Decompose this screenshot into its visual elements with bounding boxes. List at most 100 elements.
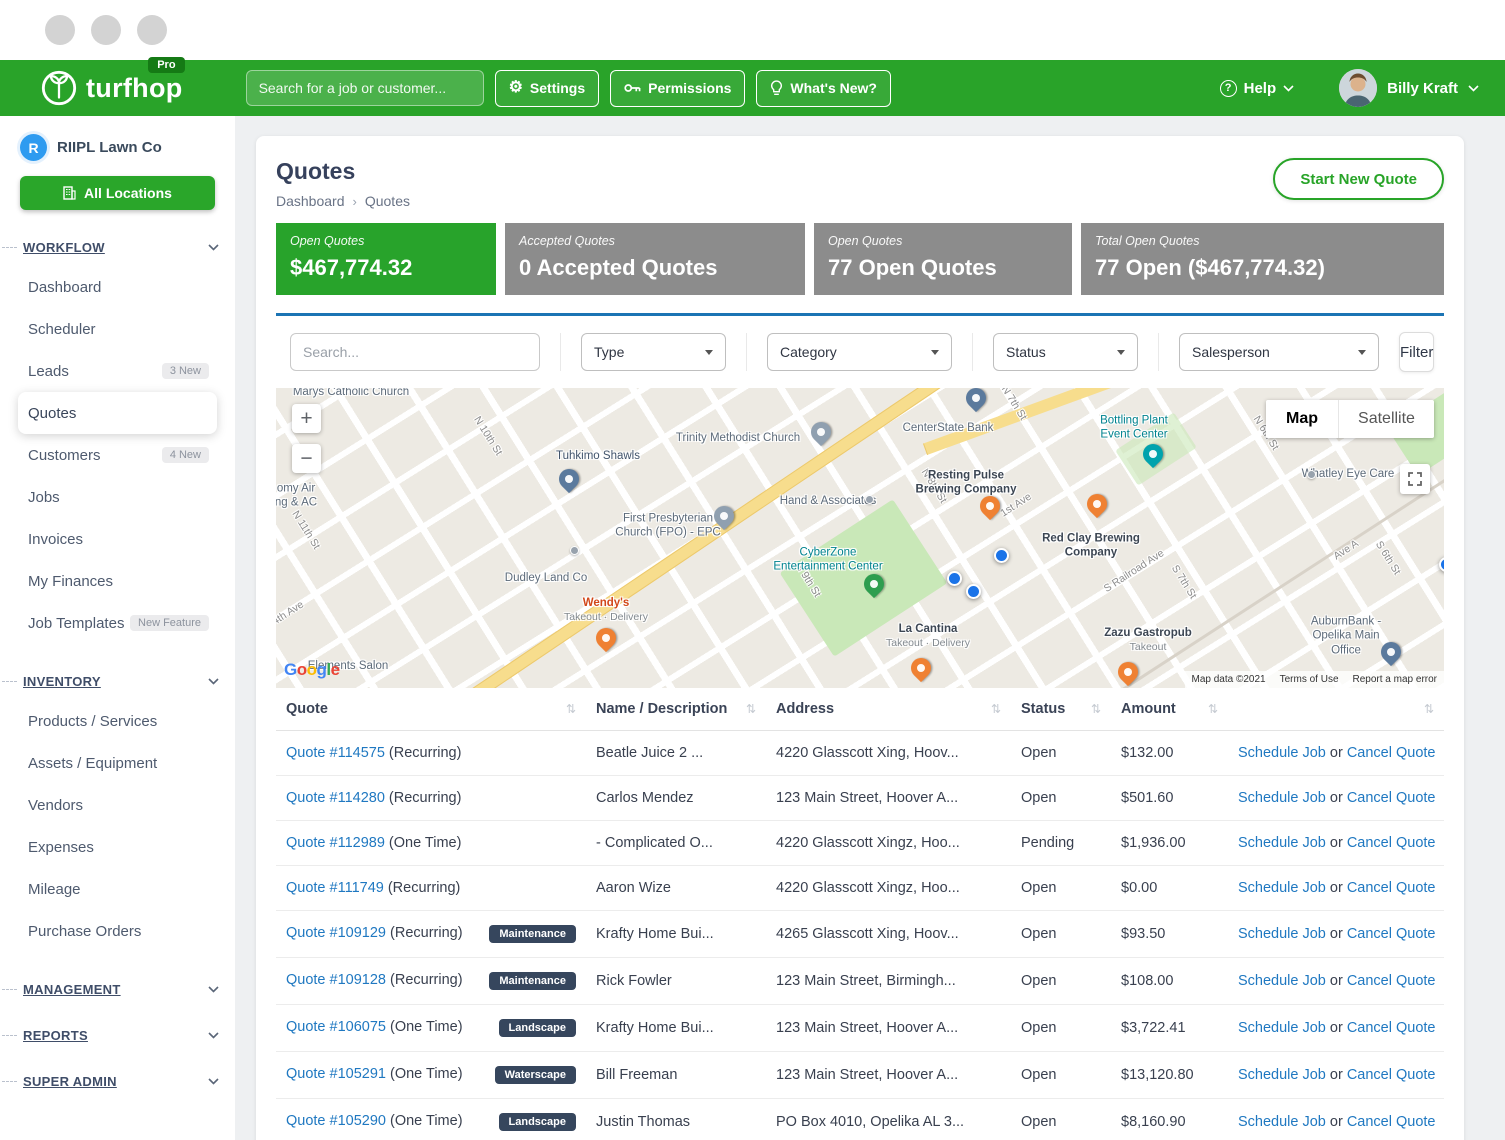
cancel-quote-link[interactable]: Cancel Quote: [1347, 1114, 1436, 1130]
quote-location-marker[interactable]: [947, 571, 962, 586]
stat-card-2[interactable]: Open Quotes77 Open Quotes: [814, 223, 1072, 295]
sidebar-section-inventory[interactable]: INVENTORY: [2, 672, 219, 690]
start-new-quote-button[interactable]: Start New Quote: [1273, 158, 1444, 200]
cancel-quote-link[interactable]: Cancel Quote: [1347, 973, 1436, 989]
section-chevron-icon: [208, 672, 219, 690]
fullscreen-button[interactable]: [1400, 464, 1430, 494]
filter-select-salesperson[interactable]: Salesperson: [1179, 333, 1379, 371]
sidebar-item-leads[interactable]: Leads3 New: [18, 350, 217, 392]
zoom-in-button[interactable]: +: [292, 404, 321, 433]
sidebar-item-dashboard[interactable]: Dashboard: [18, 266, 217, 308]
window-button-icon[interactable]: [45, 15, 75, 45]
schedule-job-link[interactable]: Schedule Job: [1238, 835, 1326, 851]
sidebar-item-label: Customers: [28, 447, 101, 464]
map-button[interactable]: Map: [1266, 400, 1338, 438]
column-header-address[interactable]: Address⇅: [766, 688, 1011, 731]
cancel-quote-link[interactable]: Cancel Quote: [1347, 745, 1436, 761]
window-button-icon[interactable]: [137, 15, 167, 45]
window-button-icon[interactable]: [91, 15, 121, 45]
column-header-name-description[interactable]: Name / Description⇅: [586, 688, 766, 731]
column-header-status[interactable]: Status⇅: [1011, 688, 1111, 731]
settings-button[interactable]: ⚙ Settings: [495, 70, 600, 107]
name-cell: Beatle Juice 2 ...: [586, 731, 766, 776]
cancel-quote-link[interactable]: Cancel Quote: [1347, 1067, 1436, 1083]
user-menu[interactable]: Billy Kraft: [1339, 69, 1479, 107]
satellite-button[interactable]: Satellite: [1338, 400, 1434, 438]
stat-card-0[interactable]: Open Quotes$467,774.32: [276, 223, 496, 295]
sidebar-item-scheduler[interactable]: Scheduler: [18, 308, 217, 350]
google-logo-letter: o: [297, 660, 307, 679]
sidebar-item-assets-equipment[interactable]: Assets / Equipment: [18, 742, 217, 784]
cancel-quote-link[interactable]: Cancel Quote: [1347, 1020, 1436, 1036]
quote-link[interactable]: Quote #114575: [286, 745, 385, 761]
attribution-link[interactable]: Report a map error: [1353, 674, 1437, 685]
cancel-quote-link[interactable]: Cancel Quote: [1347, 880, 1436, 896]
filter-select-category[interactable]: Category: [767, 333, 952, 371]
schedule-job-link[interactable]: Schedule Job: [1238, 973, 1326, 989]
filter-select-status[interactable]: Status: [993, 333, 1138, 371]
column-header-quote[interactable]: Quote⇅: [276, 688, 586, 731]
sidebar-item-vendors[interactable]: Vendors: [18, 784, 217, 826]
filter-group-category: Category: [746, 333, 972, 371]
quote-location-marker[interactable]: [994, 548, 1009, 563]
sidebar-item-purchase-orders[interactable]: Purchase Orders: [18, 910, 217, 952]
schedule-job-link[interactable]: Schedule Job: [1238, 880, 1326, 896]
sidebar-item-products-services[interactable]: Products / Services: [18, 700, 217, 742]
sidebar-item-jobs[interactable]: Jobs: [18, 476, 217, 518]
sidebar-section-super-admin[interactable]: SUPER ADMIN: [2, 1072, 219, 1090]
quote-link[interactable]: Quote #112989: [286, 835, 385, 851]
poi-dot-icon[interactable]: [570, 546, 579, 555]
breadcrumb-dashboard[interactable]: Dashboard: [276, 193, 345, 209]
quote-search-input[interactable]: [290, 333, 540, 371]
sidebar-item-expenses[interactable]: Expenses: [18, 826, 217, 868]
help-menu[interactable]: ? Help: [1220, 80, 1295, 97]
poi-dot-icon[interactable]: [865, 495, 874, 504]
schedule-job-link[interactable]: Schedule Job: [1238, 790, 1326, 806]
chevron-down-icon: [1117, 350, 1125, 355]
filter-button[interactable]: Filter: [1399, 332, 1434, 372]
poi-dot-icon[interactable]: [1307, 470, 1316, 479]
whats-new-button[interactable]: What's New?: [756, 70, 891, 107]
quote-link[interactable]: Quote #106075: [286, 1019, 386, 1035]
cancel-quote-link[interactable]: Cancel Quote: [1347, 835, 1436, 851]
schedule-job-link[interactable]: Schedule Job: [1238, 745, 1326, 761]
column-header-amount[interactable]: Amount⇅: [1111, 688, 1228, 731]
sidebar-section-workflow[interactable]: WORKFLOW: [2, 238, 219, 256]
stat-card-1[interactable]: Accepted Quotes0 Accepted Quotes: [505, 223, 805, 295]
quote-link[interactable]: Quote #114280: [286, 790, 385, 806]
schedule-job-link[interactable]: Schedule Job: [1238, 926, 1326, 942]
sidebar-item-job-templates[interactable]: Job TemplatesNew Feature: [18, 602, 217, 644]
sidebar-item-my-finances[interactable]: My Finances: [18, 560, 217, 602]
company-header[interactable]: R RIIPL Lawn Co: [0, 134, 235, 161]
select-value: Salesperson: [1192, 344, 1270, 360]
attribution-link[interactable]: Terms of Use: [1280, 674, 1339, 685]
sidebar-section-reports[interactable]: REPORTS: [2, 1026, 219, 1044]
filter-select-type[interactable]: Type: [581, 333, 726, 371]
google-logo[interactable]: Google: [284, 660, 340, 680]
quote-link[interactable]: Quote #105290: [286, 1113, 386, 1129]
sidebar-item-invoices[interactable]: Invoices: [18, 518, 217, 560]
permissions-button[interactable]: Permissions: [610, 70, 745, 107]
global-search-input[interactable]: [246, 70, 484, 106]
quote-location-marker[interactable]: [966, 584, 981, 599]
quote-link[interactable]: Quote #105291: [286, 1066, 386, 1082]
schedule-job-link[interactable]: Schedule Job: [1238, 1020, 1326, 1036]
all-locations-button[interactable]: All Locations: [20, 176, 215, 210]
schedule-job-link[interactable]: Schedule Job: [1238, 1067, 1326, 1083]
stat-card-3[interactable]: Total Open Quotes77 Open ($467,774.32): [1081, 223, 1444, 295]
sidebar-item-customers[interactable]: Customers4 New: [18, 434, 217, 476]
quote-link[interactable]: Quote #111749: [286, 880, 384, 896]
map[interactable]: N 10th StN 11th St4th AveN 9th StN 8th S…: [276, 388, 1444, 688]
quote-link[interactable]: Quote #109129: [286, 925, 386, 941]
sidebar-item-quotes[interactable]: Quotes: [18, 392, 217, 434]
zoom-out-button[interactable]: −: [292, 444, 321, 473]
schedule-job-link[interactable]: Schedule Job: [1238, 1114, 1326, 1130]
table-row: Quote #112989 (One Time)- Complicated O.…: [276, 821, 1444, 866]
sidebar-item-mileage[interactable]: Mileage: [18, 868, 217, 910]
column-header-actions[interactable]: ⇅: [1228, 688, 1444, 731]
brand-logo[interactable]: turfhop Pro: [40, 69, 213, 107]
sidebar-section-management[interactable]: MANAGEMENT: [2, 980, 219, 998]
cancel-quote-link[interactable]: Cancel Quote: [1347, 926, 1436, 942]
cancel-quote-link[interactable]: Cancel Quote: [1347, 790, 1436, 806]
quote-link[interactable]: Quote #109128: [286, 972, 386, 988]
